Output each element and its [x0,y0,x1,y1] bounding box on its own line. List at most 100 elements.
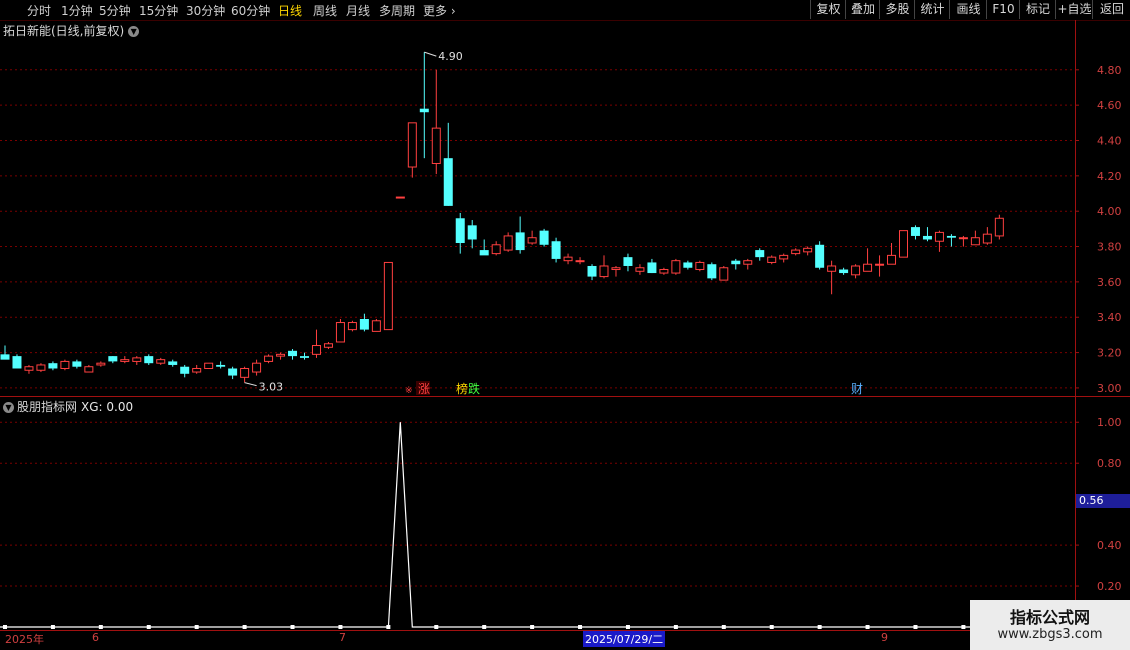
candle-body [659,269,669,274]
chart-canvas[interactable]: 4.80 4.60 4.40 4.20 4.00 3.80 3.60 3.40 3.20 3.00… [0,0,1130,650]
candle-body [132,357,142,362]
candle-body [719,267,729,281]
toolbar-button-5[interactable]: F10 [986,0,1020,19]
toolbar-button-0[interactable]: 复权 [810,0,846,19]
timeframe-2[interactable]: 5分钟 [99,2,131,19]
candle-body [431,127,441,164]
toolbar: 分时 1分钟 5分钟 15分钟 30分钟 60分钟 日线 周线 月线 多周期 更多 › 复权 叠加 多股统… [0,0,1130,21]
timeframe-5[interactable]: 60分钟 [231,2,270,19]
candle-body [347,322,357,331]
toolbar-button-3[interactable]: 统计 [914,0,950,19]
candle-body [779,254,789,260]
toolbar-button-8[interactable]: 返回 [1092,0,1130,19]
indicator-dot [50,625,55,629]
timeframe-10[interactable]: 更多 › [423,2,456,19]
candle-body [851,265,861,276]
candle-body [12,356,22,369]
candle-body [264,355,274,362]
indicator-dot [625,625,630,629]
candle-body [743,260,753,265]
indicator-dot [386,625,391,629]
timeframe-4[interactable]: 30分钟 [186,2,225,19]
indicator-dot [194,625,199,629]
candle-body [36,364,46,371]
candle-body [335,322,345,343]
marker-symbol-icon: ※ [405,386,413,396]
y-tick-label: 3.40 [1097,311,1122,324]
timeframe-0[interactable]: 分时 [27,2,51,19]
indicator-line [0,422,1075,628]
candle-body [527,237,537,244]
candle-body [24,366,34,371]
candle-body [623,257,633,266]
timeframe-1[interactable]: 1分钟 [61,2,93,19]
candle-body [192,367,202,373]
candle-body [216,364,226,367]
indicator-dot [530,625,535,629]
candle-body [515,232,525,251]
candle-body [599,265,609,278]
timeframe-9[interactable]: 多周期 [379,2,415,19]
y-tick-label: 3.20 [1097,347,1122,360]
candle-body [503,235,513,251]
candle-body [84,366,94,373]
candle-body [982,233,992,244]
toolbar-button-6[interactable]: 标记 [1019,0,1056,19]
toolbar-button-4[interactable]: 画线 [949,0,987,19]
candle-body [934,231,944,242]
candle-body [707,264,717,279]
date-label-1: 6 [92,631,99,644]
current-value-badge: 0.56 [1076,494,1130,508]
date-label-0: 2025年 [5,633,44,646]
candle-body [491,244,501,255]
candle-body [96,362,106,366]
high-pointer [424,51,437,57]
y-tick-label: 3.60 [1097,276,1122,289]
candle-body [887,254,897,265]
candle-body [875,263,885,266]
candle-body [156,359,166,364]
candle-body [72,361,82,367]
candle-body [168,361,178,365]
candle-body [803,247,813,253]
candle-body [204,362,214,369]
indicator-dot [338,625,343,629]
candle-body [288,350,298,357]
indicator-dot [721,625,726,629]
candle-body [946,235,956,238]
indicator-dot [98,625,103,629]
indicator-dot [290,625,295,629]
indicator-name: 股朋指标网 [17,400,78,414]
candle-body [276,353,286,357]
candle-body [958,237,968,240]
chevron-down-icon[interactable]: ▼ [128,26,140,37]
candle-body [647,262,657,274]
candle-body [731,260,741,265]
date-axis: 2025年 6 7 2025/07/29/二 9 [0,630,1075,650]
candle-body [108,356,118,362]
indicator-dot [3,625,7,629]
timeframe-8[interactable]: 月线 [346,2,370,19]
y-tick-label: 4.40 [1097,135,1122,148]
candle-body [240,367,250,378]
toolbar-button-7[interactable]: +自选 [1055,0,1093,19]
y-tick-label: 4.20 [1097,170,1122,183]
candle-body [839,269,849,274]
timeframe-7[interactable]: 周线 [313,2,337,19]
candle-body [551,241,561,259]
y-tick-label: 4.00 [1097,205,1122,218]
toolbar-button-2[interactable]: 多股 [879,0,915,19]
candle-body [395,196,405,199]
indicator-dot [146,625,151,629]
marker-bg [416,381,430,395]
timeframe-6[interactable]: 日线 [278,2,302,19]
candle-body [252,362,262,373]
candle-body [791,249,801,255]
chevron-down-icon[interactable]: ▼ [3,402,14,413]
toolbar-button-1[interactable]: 叠加 [845,0,880,19]
candle-body [863,263,873,272]
indicator-dot [242,625,247,629]
candle-body [300,356,309,358]
timeframe-3[interactable]: 15分钟 [139,2,178,19]
indicator-dot [482,625,487,629]
